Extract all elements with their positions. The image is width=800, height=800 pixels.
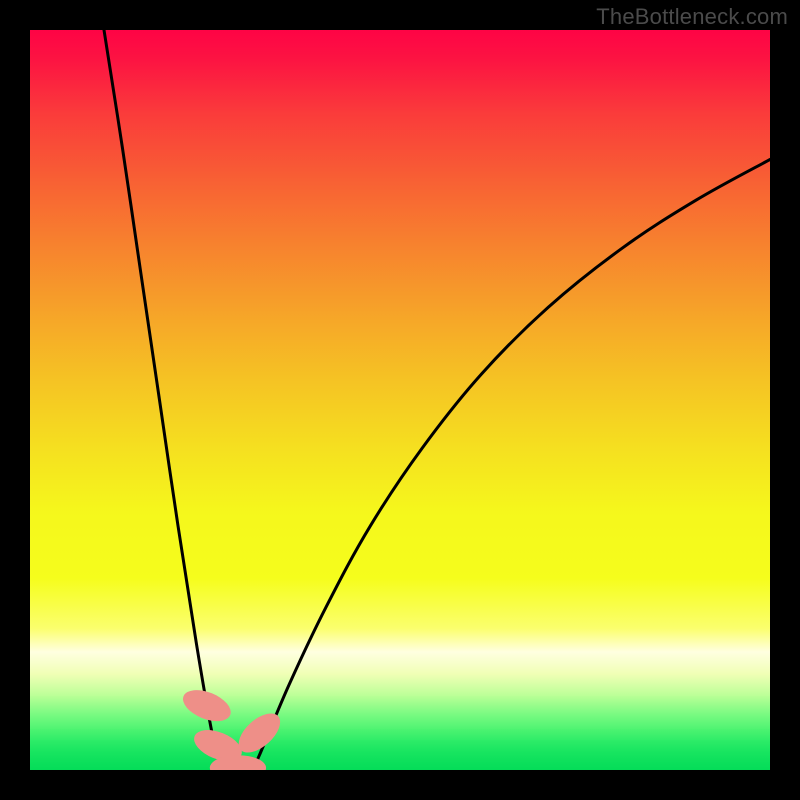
- left-marker-top: [179, 684, 236, 728]
- curve-layer: [30, 30, 770, 770]
- plot-area: [30, 30, 770, 770]
- chart-frame: TheBottleneck.com: [0, 0, 800, 800]
- curve-right-branch: [252, 160, 770, 771]
- watermark-text: TheBottleneck.com: [596, 4, 788, 30]
- curve-left-branch: [104, 30, 224, 770]
